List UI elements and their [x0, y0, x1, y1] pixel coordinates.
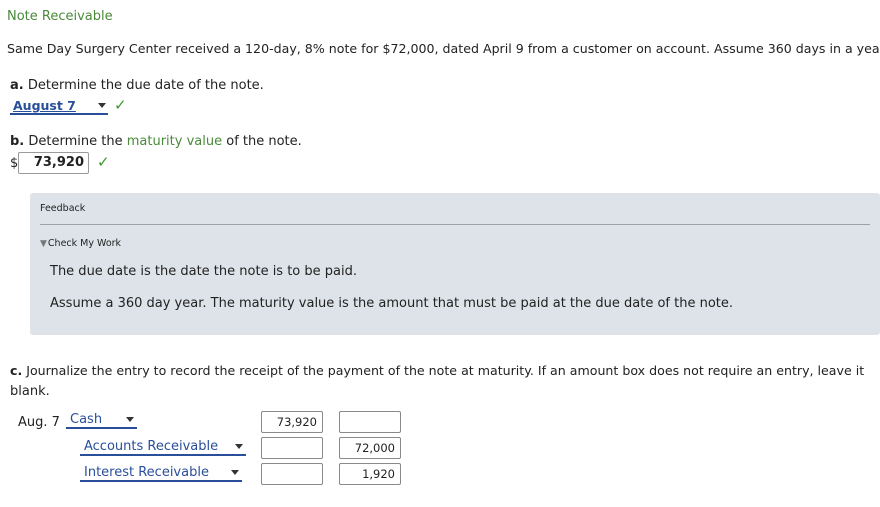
- account-name: Cash: [70, 412, 103, 427]
- page-title: Note Receivable: [7, 9, 113, 24]
- check-my-work-label: Check My Work: [47, 238, 122, 249]
- maturity-value-link[interactable]: maturity value: [127, 134, 222, 149]
- maturity-value-input[interactable]: 73,920: [18, 152, 89, 174]
- page: Note Receivable Same Day Surgery Center …: [0, 0, 880, 507]
- feedback-line-2: Assume a 360 day year. The maturity valu…: [50, 296, 734, 311]
- correct-check-icon: ✓: [114, 96, 127, 114]
- part-c-text-cont: blank.: [10, 384, 50, 399]
- debit-input[interactable]: [261, 463, 323, 485]
- account-name: Accounts Receivable: [84, 439, 219, 454]
- part-c-question: c. Journalize the entry to record the re…: [10, 363, 864, 378]
- correct-check-icon: ✓: [97, 153, 110, 171]
- chevron-down-icon: [98, 103, 106, 108]
- part-c-text: Journalize the entry to record the recei…: [26, 363, 865, 378]
- credit-input[interactable]: 72,000: [339, 437, 401, 459]
- chevron-down-icon: [231, 470, 239, 475]
- debit-input[interactable]: 73,920: [261, 411, 323, 433]
- feedback-line-1: The due date is the date the note is to …: [50, 264, 357, 279]
- feedback-panel: Feedback ▼Check My Work The due date is …: [30, 193, 880, 335]
- part-a-prefix: a.: [10, 78, 24, 93]
- credit-input[interactable]: [339, 411, 401, 433]
- problem-statement: Same Day Surgery Center received a 120-d…: [7, 41, 880, 56]
- credit-input[interactable]: 1,920: [339, 463, 401, 485]
- chevron-down-icon: [235, 444, 243, 449]
- triangle-down-icon: ▼: [40, 239, 47, 249]
- part-b-question: b. Determine the maturity value of the n…: [10, 134, 302, 149]
- check-my-work-toggle[interactable]: ▼Check My Work: [40, 238, 121, 249]
- debit-input[interactable]: [261, 437, 323, 459]
- due-date-value: August 7: [13, 98, 76, 113]
- account-select-accounts-receivable[interactable]: Accounts Receivable: [80, 440, 246, 456]
- part-b-text-after: of the note.: [226, 134, 302, 149]
- account-select-cash[interactable]: Cash: [66, 413, 137, 429]
- part-b-prefix: b.: [10, 134, 25, 149]
- part-a-question: a. Determine the due date of the note.: [10, 78, 264, 93]
- feedback-label: Feedback: [40, 203, 86, 214]
- account-name: Interest Receivable: [84, 465, 209, 480]
- journal-date: Aug. 7: [18, 415, 60, 430]
- part-b-text-before: Determine the: [28, 134, 123, 149]
- account-select-interest-receivable[interactable]: Interest Receivable: [80, 466, 242, 482]
- chevron-down-icon: [126, 417, 134, 422]
- part-c-prefix: c.: [10, 363, 23, 378]
- part-a-text: Determine the due date of the note.: [27, 78, 264, 93]
- due-date-select[interactable]: August 7: [10, 99, 108, 115]
- divider: [40, 224, 870, 225]
